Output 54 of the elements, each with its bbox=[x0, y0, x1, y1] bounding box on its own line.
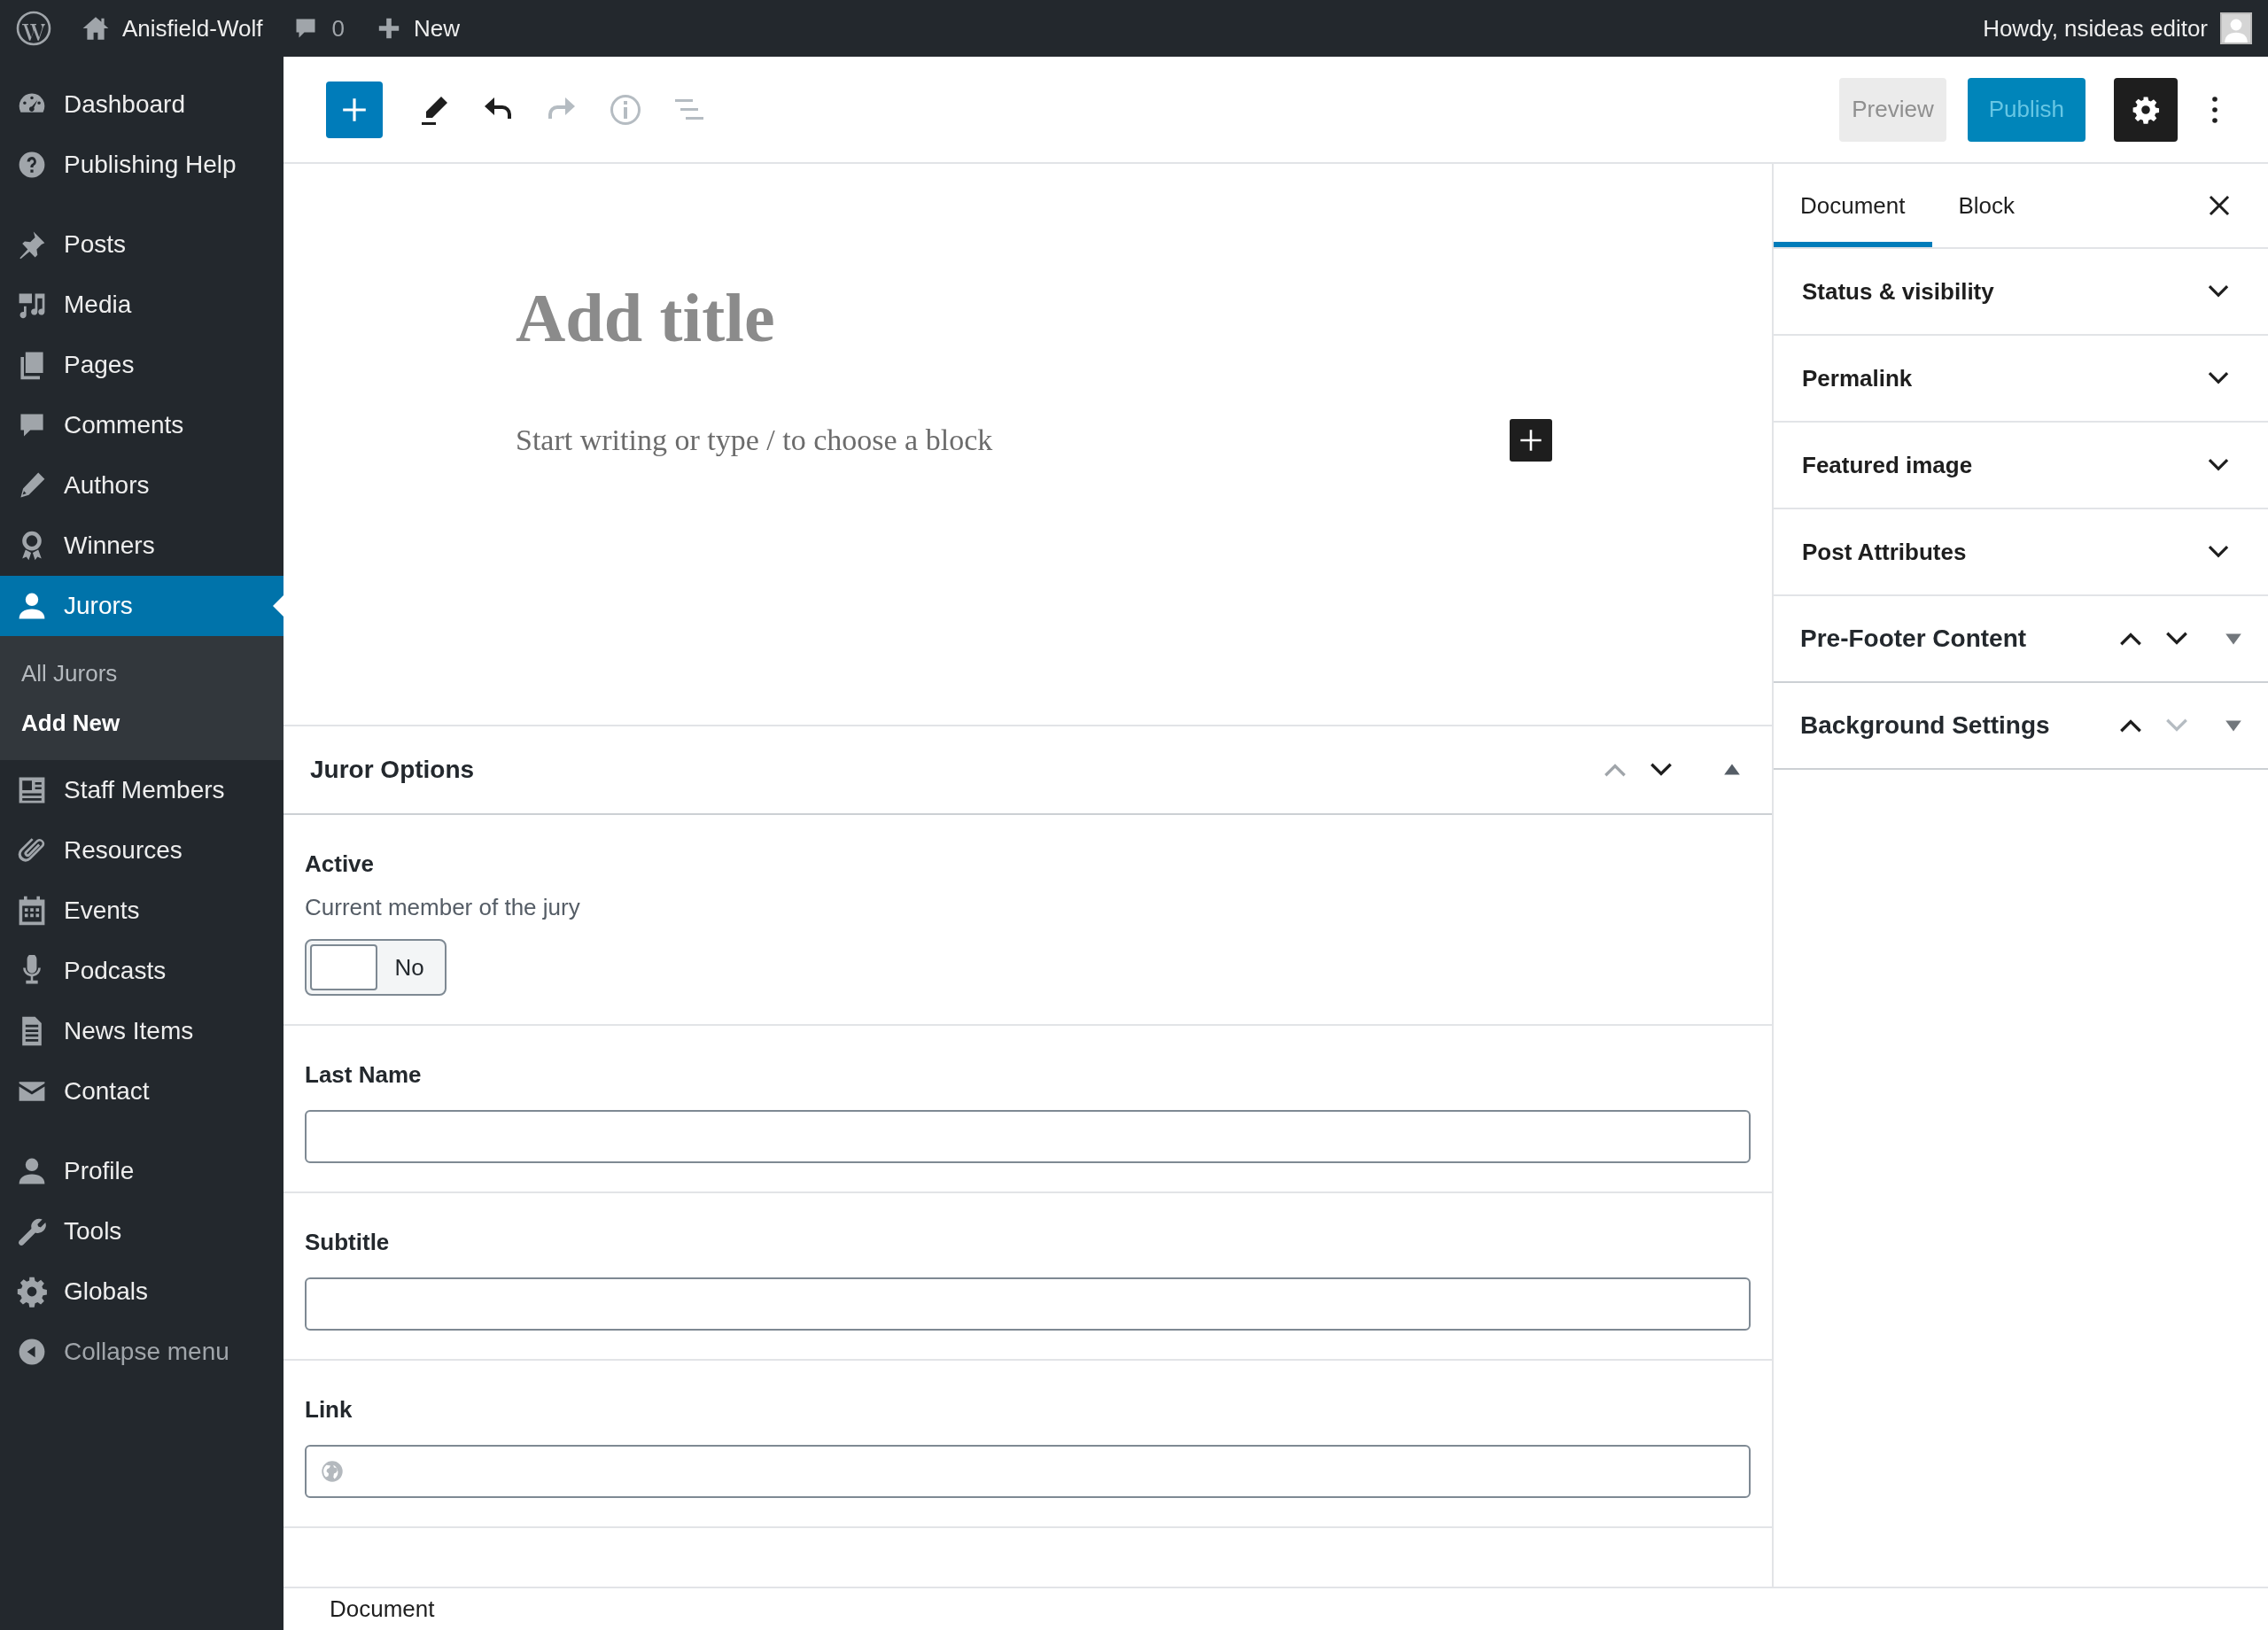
admin-menu-item[interactable]: Profile bbox=[0, 1141, 284, 1201]
panel-title[interactable]: Featured image bbox=[1802, 447, 1973, 483]
admin-menu-item[interactable]: Dashboard bbox=[0, 74, 284, 135]
admin-menu-item[interactable]: Pages bbox=[0, 335, 284, 395]
admin-menu-item[interactable]: Posts bbox=[0, 214, 284, 275]
panel-title[interactable]: Status & visibility bbox=[1802, 274, 1994, 309]
gear-icon bbox=[16, 1276, 48, 1308]
admin-menu-item[interactable]: Contact bbox=[0, 1061, 284, 1122]
admin-menu-item[interactable]: Winners bbox=[0, 516, 284, 576]
toggle-switch[interactable]: No bbox=[305, 939, 447, 996]
text-field[interactable] bbox=[305, 1277, 1751, 1331]
current-item-notch bbox=[273, 595, 284, 617]
field-label: Last Name bbox=[305, 1060, 423, 1090]
new-content-link[interactable]: New bbox=[376, 11, 460, 46]
panel-title[interactable]: Permalink bbox=[1802, 361, 1913, 396]
text-field[interactable] bbox=[305, 1110, 1751, 1163]
admin-menu-item[interactable]: Staff Members bbox=[0, 760, 284, 820]
comments-link[interactable]: 0 bbox=[292, 11, 345, 46]
plus-icon[interactable] bbox=[326, 81, 383, 138]
admin-menu-item[interactable]: Comments bbox=[0, 395, 284, 455]
admin-menu-item[interactable]: Tools bbox=[0, 1201, 284, 1261]
field-label: Subtitle bbox=[305, 1228, 391, 1257]
admin-menu-item[interactable]: News Items bbox=[0, 1001, 284, 1061]
admin-menu-item[interactable]: Authors bbox=[0, 455, 284, 516]
breadcrumb-link[interactable]: Document bbox=[330, 1592, 435, 1626]
globe-icon bbox=[321, 1460, 344, 1483]
wordpress-logo-icon[interactable] bbox=[16, 11, 51, 46]
field-label: Link bbox=[305, 1395, 353, 1424]
field-description: Current member of the jury bbox=[305, 893, 581, 922]
site-name-link[interactable]: Anisfield-Wolf bbox=[82, 11, 263, 46]
collapse-menu-button[interactable]: Collapse menu bbox=[0, 1322, 284, 1382]
url-field[interactable] bbox=[305, 1445, 1751, 1498]
title-field[interactable]: Add title bbox=[516, 268, 1540, 366]
admin-menu-item[interactable]: Events bbox=[0, 881, 284, 941]
admin-menu-item[interactable]: Publishing Help bbox=[0, 135, 284, 195]
account-link[interactable]: Howdy, nsideas editor bbox=[1983, 11, 2252, 46]
panel-title: Pre-Footer Content bbox=[1800, 624, 2027, 654]
panel-title: Background Settings bbox=[1800, 710, 2050, 741]
add-block-icon[interactable] bbox=[1510, 419, 1552, 462]
panel-title[interactable]: Post Attributes bbox=[1802, 534, 1967, 570]
admin-menu-item[interactable]: Media bbox=[0, 275, 284, 335]
avatar-icon bbox=[2220, 12, 2252, 44]
meta-box-title: Juror Options bbox=[310, 755, 475, 785]
submenu-item[interactable]: All Jurors bbox=[0, 648, 284, 698]
settings-icon[interactable] bbox=[2114, 77, 2178, 142]
submenu-item[interactable]: Add New bbox=[0, 698, 284, 748]
admin-menu-item[interactable]: Globals bbox=[0, 1261, 284, 1322]
sidebar-tab[interactable]: Block bbox=[1931, 164, 2042, 247]
paragraph-placeholder-field[interactable]: Start writing or type / to choose a block bbox=[516, 414, 1510, 467]
field-label: Active bbox=[305, 850, 376, 879]
admin-menu-item[interactable]: Jurors bbox=[0, 576, 284, 636]
admin-menu-item[interactable]: Resources bbox=[0, 820, 284, 881]
admin-menu-item[interactable]: Podcasts bbox=[0, 941, 284, 1001]
sidebar-tab[interactable]: Document bbox=[1774, 164, 1932, 247]
